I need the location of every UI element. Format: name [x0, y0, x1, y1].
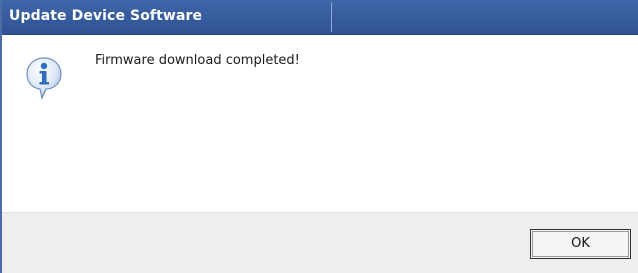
info-icon — [25, 56, 63, 100]
title-bar-divider — [331, 2, 332, 32]
ok-button[interactable]: OK — [530, 229, 631, 259]
dialog-content: Firmware download completed! — [2, 35, 638, 212]
dialog-footer: OK — [2, 212, 638, 273]
title-bar[interactable]: Update Device Software — [2, 0, 638, 35]
window-title: Update Device Software — [9, 8, 203, 24]
message-text: Firmware download completed! — [95, 53, 300, 68]
message-dialog: Update Device Software Firmware download… — [0, 0, 638, 273]
